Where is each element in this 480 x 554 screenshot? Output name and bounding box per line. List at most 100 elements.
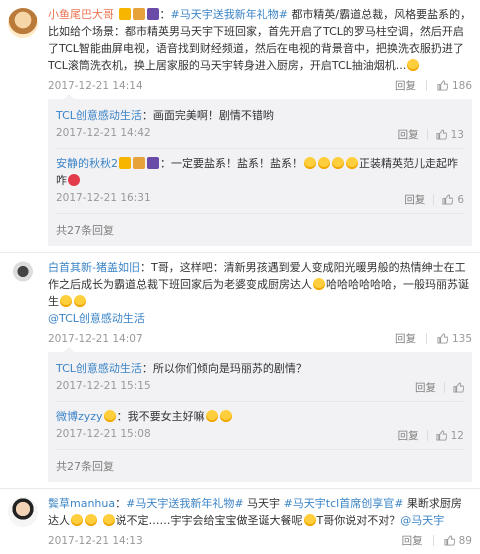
- member-badge-icon: [146, 8, 159, 20]
- smile-emoji-icon: [303, 514, 316, 526]
- avatar[interactable]: [8, 497, 38, 527]
- laugh-emoji-icon: [332, 157, 344, 169]
- comment-text: 马天宇: [243, 497, 284, 510]
- comment-body: 鬓草manhua：#马天宇送我新年礼物# 马天宇 #马天宇tcl首席创享官# 果…: [48, 495, 472, 529]
- reply-actions: 回复: [415, 380, 464, 395]
- reply-divider: [56, 449, 464, 450]
- smile-emoji-icon: [407, 59, 420, 71]
- reply-meta: 2017-12-21 15:15 回复: [56, 380, 464, 395]
- reply-divider: [56, 213, 464, 214]
- like-button[interactable]: 13: [436, 129, 464, 141]
- comment-text: ：: [115, 497, 127, 510]
- reply-item: 微博zyzy ：我不要女主好嘛 2017-12-21 15:08 回复 12: [48, 404, 472, 447]
- heart-emoji-icon: [68, 174, 80, 186]
- hashtag-link[interactable]: #马天宇送我新年礼物#: [171, 8, 288, 21]
- avatar[interactable]: [8, 8, 38, 38]
- reply-button[interactable]: 回复: [402, 533, 423, 548]
- level-badge-icon: [133, 157, 145, 169]
- laugh-emoji-icon: [304, 157, 316, 169]
- crying-emoji-icon: [205, 410, 218, 422]
- divider: [433, 194, 435, 205]
- reply-body: TCL创意感动生活：画面完美啊！剧情不错哟: [56, 107, 464, 124]
- like-button[interactable]: 12: [436, 430, 464, 442]
- verified-badge-icon: [119, 157, 131, 169]
- level-badge-icon: [132, 8, 145, 20]
- comment-username[interactable]: 鬓草manhua: [48, 497, 115, 510]
- like-button[interactable]: 135: [437, 333, 472, 345]
- reply-divider: [56, 401, 464, 402]
- laugh-emoji-icon: [102, 514, 115, 526]
- reply-username[interactable]: TCL创意感动生活: [56, 362, 142, 375]
- divider: [425, 80, 427, 91]
- reply-text: ：一定要盐系！盐系！盐系！: [160, 157, 303, 170]
- more-replies-link[interactable]: 共27条回复: [48, 216, 472, 246]
- timestamp: 2017-12-21 14:13: [48, 534, 143, 547]
- comment-actions: 回复 186: [395, 78, 472, 93]
- pout-emoji-icon: [103, 410, 116, 422]
- divider: [426, 129, 428, 140]
- thumbs-up-icon: [436, 129, 447, 140]
- crying-emoji-icon: [74, 295, 86, 307]
- mention-link[interactable]: @TCL创意感动生活: [48, 312, 145, 325]
- hashtag-link[interactable]: #马天宇tcl首席创享官#: [284, 497, 404, 510]
- like-button[interactable]: 89: [444, 535, 472, 547]
- comment-username[interactable]: 小鱼尾巴大哥: [48, 8, 114, 21]
- comment-list: 小鱼尾巴大哥 ：#马天宇送我新年礼物# 都市精英/霸道总裁，风格要盐系的，比如给…: [0, 0, 480, 554]
- comment-item: 白首其新-猪盖如旧：T哥，这样吧：清新男孩遇到爱人变成阳光暖男般的热情绅士在工作…: [0, 253, 480, 488]
- comment-item: 鬓草manhua：#马天宇送我新年礼物# 马天宇 #马天宇tcl首席创享官# 果…: [0, 489, 480, 554]
- reply-text: ：所以你们倾向是玛丽苏的剧情？: [141, 362, 307, 375]
- like-count: 13: [450, 128, 464, 141]
- hashtag-link[interactable]: #马天宇送我新年礼物#: [126, 497, 243, 510]
- reply-thread: TCL创意感动生活：所以你们倾向是玛丽苏的剧情？ 2017-12-21 15:1…: [48, 347, 472, 482]
- reply-username[interactable]: TCL创意感动生活: [56, 109, 142, 122]
- thread-arrow: [64, 94, 74, 99]
- laugh-emoji-icon: [318, 157, 330, 169]
- more-replies-link[interactable]: 共27条回复: [48, 452, 472, 482]
- comment-body: 白首其新-猪盖如旧：T哥，这样吧：清新男孩遇到爱人变成阳光暖男般的热情绅士在工作…: [48, 259, 472, 327]
- reply-button[interactable]: 回复: [398, 428, 419, 443]
- comment-username[interactable]: 白首其新-猪盖如旧: [48, 261, 140, 274]
- comment-text: T哥你说对不对？: [316, 514, 401, 527]
- thumbs-up-icon: [437, 333, 448, 344]
- reply-body: 微博zyzy ：我不要女主好嘛: [56, 408, 464, 425]
- timestamp: 2017-12-21 14:42: [56, 127, 151, 139]
- thumbs-up-icon: [442, 194, 454, 205]
- timestamp: 2017-12-21 15:08: [56, 428, 151, 440]
- like-count: 6: [457, 193, 464, 206]
- comment-actions: 回复 89: [402, 533, 472, 548]
- reply-button[interactable]: 回复: [395, 331, 416, 346]
- comment-item: 小鱼尾巴大哥 ：#马天宇送我新年礼物# 都市精英/霸道总裁，风格要盐系的，比如给…: [0, 0, 480, 252]
- timestamp: 2017-12-21 14:07: [48, 332, 143, 345]
- like-button[interactable]: [453, 382, 464, 393]
- smile-emoji-icon: [313, 278, 325, 290]
- reply-button[interactable]: 回复: [395, 78, 416, 93]
- crying-emoji-icon: [219, 410, 232, 422]
- divider: [426, 430, 428, 441]
- reply-item: TCL创意感动生活：所以你们倾向是玛丽苏的剧情？ 2017-12-21 15:1…: [48, 356, 472, 399]
- reply-button[interactable]: 回复: [398, 127, 419, 142]
- comment-meta: 2017-12-21 14:07 回复 135: [48, 331, 472, 346]
- timestamp: 2017-12-21 15:15: [56, 380, 151, 392]
- mention-link[interactable]: @马天宇: [400, 514, 444, 527]
- timestamp: 2017-12-21 14:14: [48, 79, 143, 92]
- reply-username[interactable]: 安静的秋秋2: [56, 157, 118, 170]
- reply-button[interactable]: 回复: [404, 192, 425, 207]
- divider: [425, 333, 427, 344]
- like-count: 186: [451, 79, 472, 92]
- thumbs-up-icon: [437, 80, 448, 91]
- reply-body: TCL创意感动生活：所以你们倾向是玛丽苏的剧情？: [56, 360, 464, 377]
- thumbs-up-icon: [436, 430, 447, 441]
- member-badge-icon: [147, 157, 159, 169]
- reply-username[interactable]: 微博zyzy: [56, 410, 103, 423]
- reply-button[interactable]: 回复: [415, 380, 436, 395]
- thumbs-up-icon: [453, 382, 464, 393]
- reply-text: ：我不要女主好嘛: [116, 410, 205, 423]
- avatar[interactable]: [8, 261, 38, 291]
- like-button[interactable]: 6: [442, 194, 464, 206]
- verified-badge-icon: [118, 8, 131, 20]
- comment-meta: 2017-12-21 14:14 回复 186: [48, 78, 472, 93]
- like-button[interactable]: 186: [437, 80, 472, 92]
- like-count: 12: [450, 429, 464, 442]
- comment-text: ：: [159, 8, 171, 21]
- like-count: 89: [458, 534, 472, 547]
